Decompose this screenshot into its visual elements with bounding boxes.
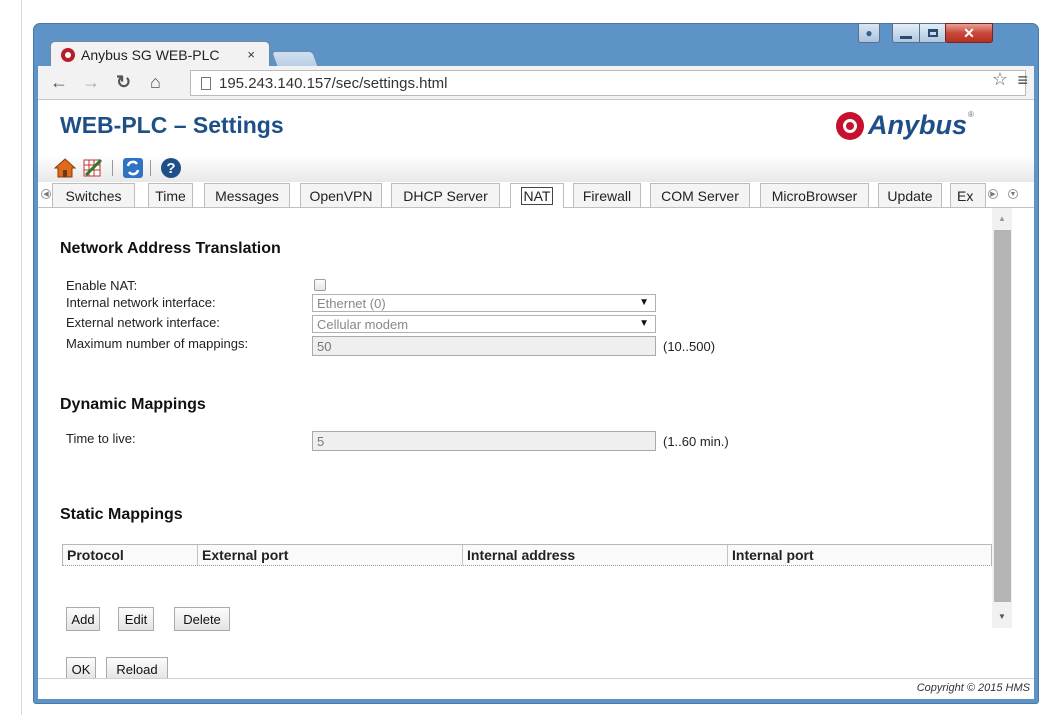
nat-panel: Network Address Translation Enable NAT: … [38, 208, 1034, 681]
column-header-protocol[interactable]: Protocol [63, 545, 198, 565]
home-page-icon[interactable] [54, 157, 76, 179]
screen-edge [21, 0, 22, 715]
static-section-title: Static Mappings [60, 506, 183, 523]
tab-ex[interactable]: Ex [950, 183, 986, 207]
tab-nat-label: NAT [520, 187, 554, 205]
external-interface-value: Cellular modem [317, 316, 409, 332]
static-mappings-table: Protocol External port Internal address … [62, 544, 992, 566]
close-window-button[interactable]: ✕ [945, 23, 993, 43]
bookmark-star-icon[interactable]: ☆ [992, 69, 1008, 90]
tabs-scroll-left-icon[interactable]: ◀ [41, 189, 51, 199]
grid-edit-icon[interactable] [82, 157, 104, 179]
page-footer: Copyright © 2015 HMS [38, 678, 1034, 699]
scroll-up-icon[interactable]: ▲ [998, 214, 1006, 223]
anybus-logo-icon [836, 111, 864, 140]
external-interface-select[interactable]: Cellular modem ▼ [312, 315, 656, 333]
page: WEB-PLC – Settings Anybus ® ? ◀ Switches… [38, 100, 1034, 699]
internal-interface-value: Ethernet (0) [317, 295, 386, 311]
tab-nat[interactable]: NAT [510, 183, 564, 208]
address-url: 195.243.140.157/sec/settings.html [219, 74, 448, 92]
help-icon[interactable]: ? [160, 157, 182, 179]
browser-tab[interactable]: Anybus SG WEB-PLC × [50, 41, 270, 67]
delete-button[interactable]: Delete [174, 607, 230, 631]
address-bar[interactable]: 195.243.140.157/sec/settings.html [190, 70, 1026, 96]
tab-update[interactable]: Update [878, 183, 942, 207]
dynamic-section-title: Dynamic Mappings [60, 396, 206, 413]
page-icon [201, 76, 211, 90]
ttl-label: Time to live: [66, 431, 136, 446]
anybus-favicon-icon [61, 47, 75, 62]
anybus-logo: Anybus ® [836, 110, 974, 141]
tabs-menu-icon[interactable]: ▼ [1008, 189, 1018, 199]
enable-nat-label: Enable NAT: [66, 278, 138, 293]
tab-switches[interactable]: Switches [52, 183, 135, 207]
logo-text: Anybus [868, 110, 968, 140]
browser-toolbar: ← → ↻ ⌂ 195.243.140.157/sec/settings.htm… [38, 66, 1034, 100]
tab-com-server[interactable]: COM Server [650, 183, 750, 207]
browser-window: ● ✕ Anybus SG WEB-PLC × ← → ↻ ⌂ 195.243.… [33, 23, 1039, 704]
forward-icon[interactable]: → [82, 72, 100, 93]
user-icon[interactable]: ● [858, 23, 880, 43]
max-mappings-hint: (10..500) [663, 339, 716, 354]
browser-menu-icon[interactable]: ≡ [1017, 70, 1028, 91]
separator [112, 160, 113, 176]
tab-close-icon[interactable]: × [247, 47, 255, 62]
internal-interface-label: Internal network interface: [66, 295, 216, 310]
max-mappings-input[interactable]: 50 [312, 336, 656, 356]
enable-nat-checkbox[interactable] [314, 279, 326, 291]
svg-text:?: ? [166, 160, 175, 177]
tab-messages[interactable]: Messages [204, 183, 290, 207]
tab-time[interactable]: Time [148, 183, 193, 207]
logo-registered: ® [968, 110, 974, 119]
scrollbar-thumb[interactable] [994, 230, 1011, 602]
back-icon[interactable]: ← [50, 72, 68, 93]
max-mappings-label: Maximum number of mappings: [66, 336, 249, 351]
tabs-scroll-right-icon[interactable]: ▶ [988, 189, 998, 199]
tab-openvpn[interactable]: OpenVPN [300, 183, 382, 207]
page-title: WEB-PLC – Settings [60, 112, 284, 138]
column-header-internal-address[interactable]: Internal address [463, 545, 728, 565]
refresh-icon[interactable] [122, 157, 144, 179]
reload-icon[interactable]: ↻ [116, 72, 131, 93]
external-interface-label: External network interface: [66, 315, 220, 330]
tab-dhcp-server[interactable]: DHCP Server [391, 183, 500, 207]
tab-firewall[interactable]: Firewall [573, 183, 641, 207]
column-header-internal-port[interactable]: Internal port [728, 545, 991, 565]
nat-section-title: Network Address Translation [60, 240, 281, 257]
tab-microbrowser[interactable]: MicroBrowser [760, 183, 869, 207]
ttl-input[interactable]: 5 [312, 431, 656, 451]
edit-button[interactable]: Edit [118, 607, 154, 631]
internal-interface-select[interactable]: Ethernet (0) ▼ [312, 294, 656, 312]
minimize-button[interactable] [892, 23, 920, 43]
browser-tab-title: Anybus SG WEB-PLC [81, 46, 220, 63]
settings-tabs: ◀ Switches Time Messages OpenVPN DHCP Se… [38, 182, 1034, 208]
minimize-icon [900, 35, 912, 39]
dropdown-arrow-icon: ▼ [639, 318, 649, 329]
maximize-icon [927, 29, 938, 37]
scroll-down-icon[interactable]: ▼ [998, 612, 1006, 621]
maximize-button[interactable] [919, 23, 946, 43]
vertical-scrollbar[interactable]: ▲ ▼ [992, 208, 1012, 628]
home-icon[interactable]: ⌂ [150, 72, 161, 93]
icon-bar: ? [38, 155, 1034, 182]
separator [150, 160, 151, 176]
copyright-text: Copyright © 2015 HMS [916, 682, 1030, 694]
dropdown-arrow-icon: ▼ [639, 297, 649, 308]
add-button[interactable]: Add [66, 607, 100, 631]
ttl-hint: (1..60 min.) [663, 434, 729, 449]
column-header-external-port[interactable]: External port [198, 545, 463, 565]
